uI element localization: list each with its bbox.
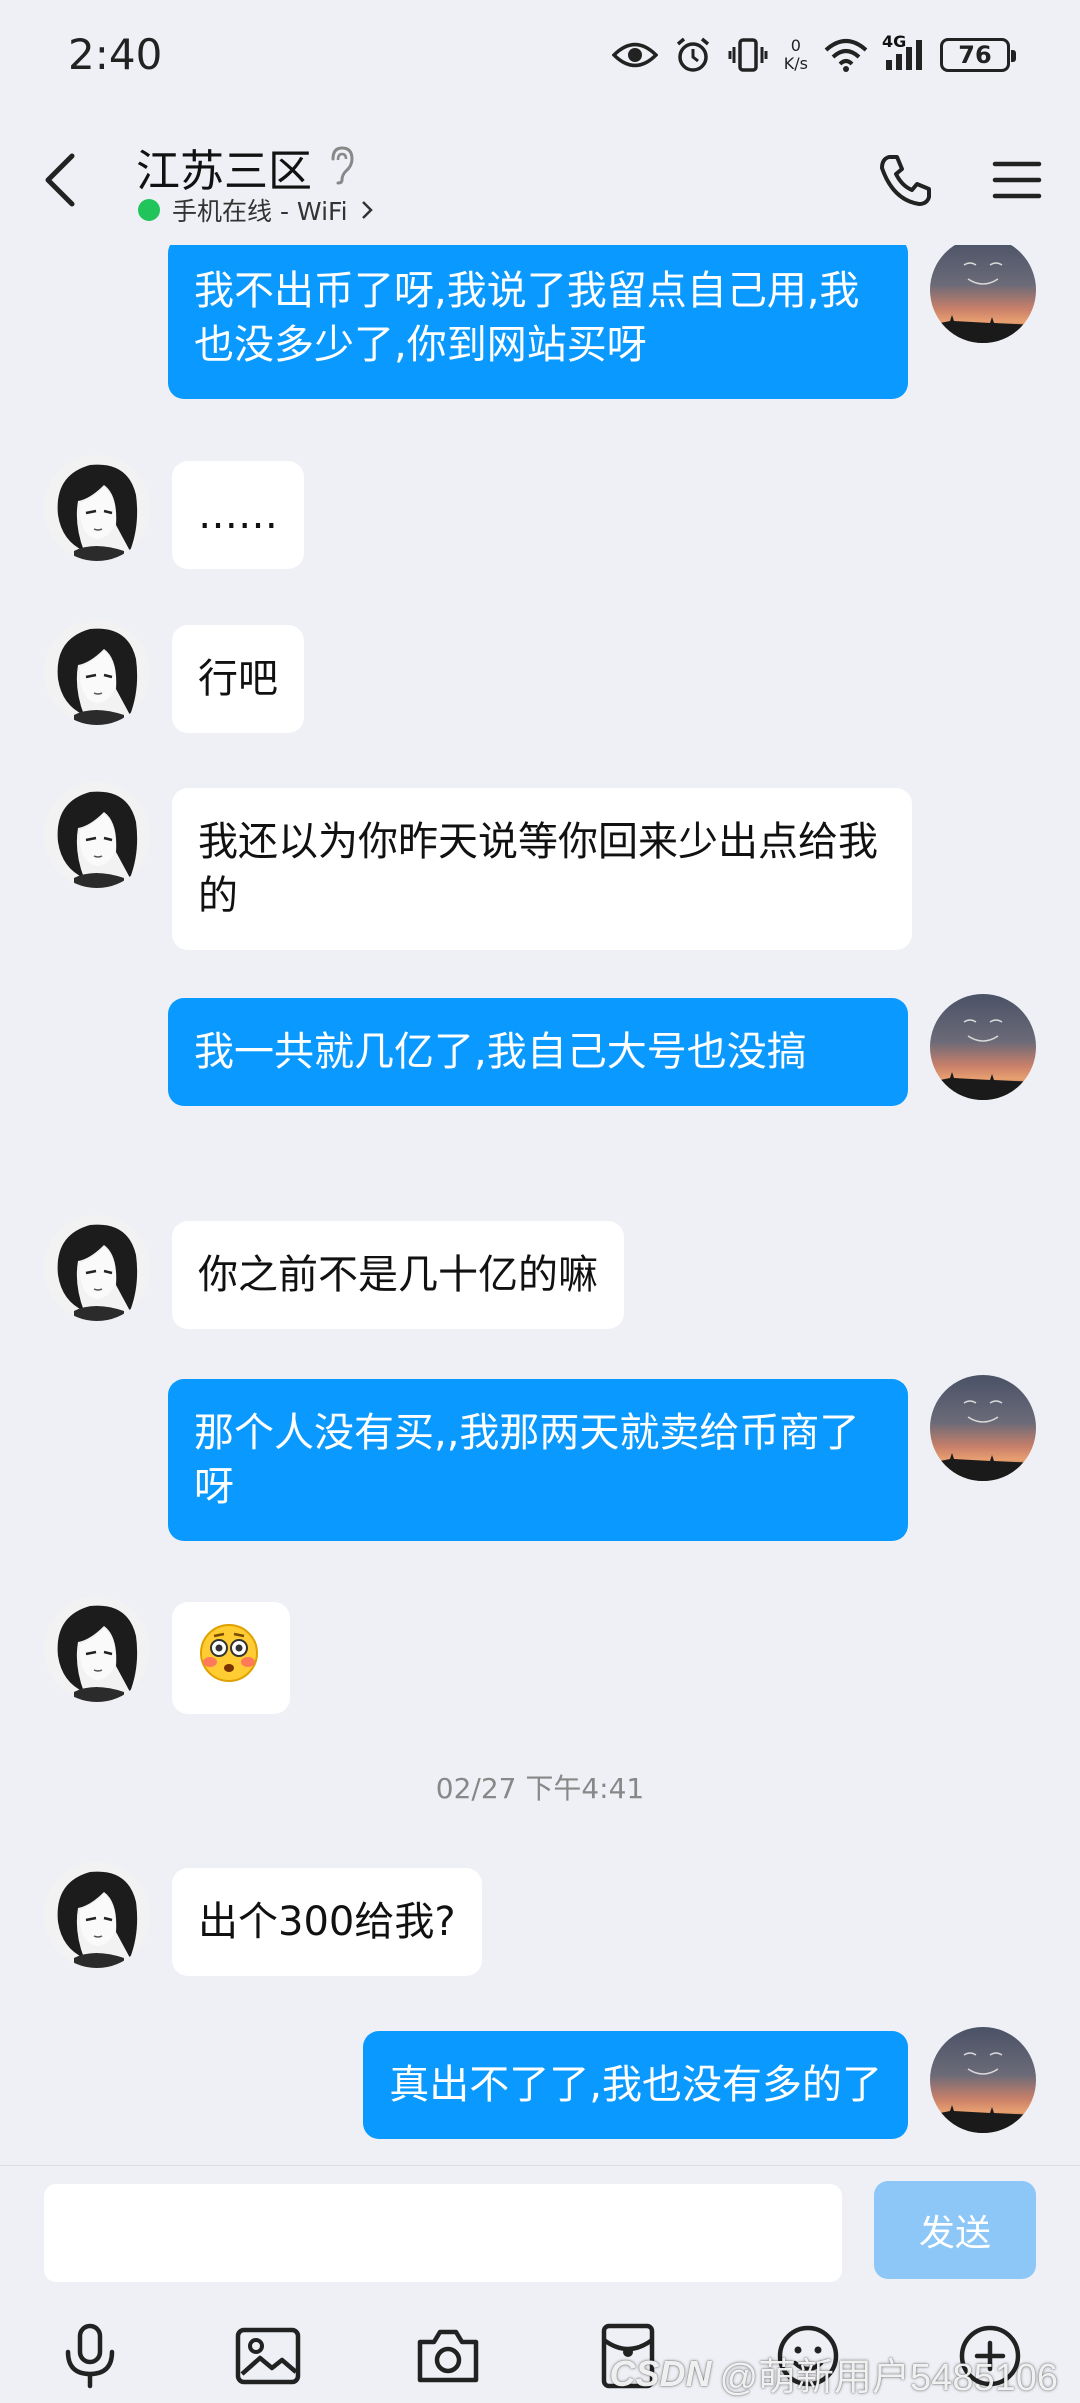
incoming-message-bubble[interactable]: 行吧	[172, 625, 304, 733]
contact-avatar[interactable]	[44, 1215, 150, 1321]
chat-title-text: 江苏三区	[136, 146, 312, 197]
watermark-logo: CSDN	[609, 2352, 712, 2394]
phone-icon	[880, 155, 931, 206]
message-text: 真出不了了,我也没有多的了	[389, 2062, 882, 2108]
voice-button[interactable]	[50, 2316, 130, 2396]
contact-avatar[interactable]	[44, 1862, 150, 1968]
sunset-avatar-icon	[930, 994, 1036, 1100]
message-text: 行吧	[198, 656, 278, 702]
message-input[interactable]	[44, 2184, 842, 2282]
net-speed-value: 0	[790, 36, 801, 55]
message-text: 那个人没有买,,我那两天就卖给币商了呀	[194, 1410, 860, 1510]
message-timestamp: 02/27 下午4:41	[435, 1772, 645, 1805]
status-bar: 2:40 0 K/s 4G 76	[0, 0, 1080, 115]
message-text: 我不出币了呀,我说了我留点自己用,我也没多少了,你到网站买呀	[194, 268, 860, 368]
incoming-message-bubble[interactable]: ……	[172, 461, 304, 569]
sunset-avatar-icon	[930, 1375, 1036, 1481]
menu-button[interactable]	[982, 145, 1052, 215]
contact-avatar[interactable]	[44, 455, 150, 561]
back-arrow-icon	[45, 153, 75, 207]
my-avatar[interactable]	[930, 994, 1036, 1100]
message-text: 出个300给我?	[198, 1899, 456, 1945]
hamburger-menu-icon	[992, 161, 1042, 199]
wifi-icon	[824, 38, 868, 72]
vibrate-icon	[728, 37, 768, 73]
camera-icon	[417, 2329, 479, 2383]
my-avatar[interactable]	[930, 2027, 1036, 2133]
anime-character-avatar-icon	[44, 1215, 150, 1321]
watermark: CSDN @萌新用户5485106	[609, 2346, 1058, 2401]
microphone-icon	[65, 2323, 115, 2389]
incoming-message-bubble[interactable]: 出个300给我?	[172, 1868, 482, 1976]
net-speed-unit: K/s	[783, 54, 808, 73]
eye-icon	[611, 40, 658, 70]
input-bar: 发送 CSDN @萌新用户5485106	[0, 2165, 1080, 2403]
network-type: 4G	[882, 32, 907, 51]
alarm-icon	[674, 36, 712, 74]
contact-avatar[interactable]	[44, 619, 150, 725]
call-button[interactable]	[870, 145, 940, 215]
anime-character-avatar-icon	[44, 1596, 150, 1702]
message-text: 你之前不是几十亿的嘛	[198, 1252, 598, 1298]
status-time: 2:40	[68, 30, 163, 79]
incoming-message-bubble[interactable]: 我还以为你昨天说等你回来少出点给我的	[172, 788, 912, 950]
incoming-emoji-bubble[interactable]	[172, 1602, 290, 1714]
chat-title[interactable]: 江苏三区	[136, 135, 356, 199]
chat-header: 江苏三区 手机在线 - WiFi	[0, 115, 1080, 245]
flushed-face-emoji-icon	[198, 1624, 260, 1694]
chevron-right-icon	[361, 201, 373, 219]
anime-character-avatar-icon	[44, 782, 150, 888]
anime-character-avatar-icon	[44, 1862, 150, 1968]
send-button[interactable]: 发送	[874, 2181, 1036, 2279]
message-text: ……	[198, 492, 278, 538]
incoming-message-bubble[interactable]: 你之前不是几十亿的嘛	[172, 1221, 624, 1329]
battery-indicator: 76	[940, 38, 1016, 72]
online-status-dot	[138, 199, 160, 221]
my-avatar[interactable]	[930, 1375, 1036, 1481]
watermark-text: @萌新用户5485106	[719, 2357, 1058, 2399]
ear-icon	[328, 145, 356, 189]
image-button[interactable]	[228, 2316, 308, 2396]
chat-subtitle[interactable]: 手机在线 - WiFi	[138, 192, 374, 228]
anime-character-avatar-icon	[44, 455, 150, 561]
image-icon	[235, 2327, 301, 2385]
message-text: 我还以为你昨天说等你回来少出点给我的	[198, 819, 878, 919]
outgoing-message-bubble[interactable]: 我一共就几亿了,我自己大号也没搞	[168, 998, 908, 1106]
outgoing-message-bubble[interactable]: 我不出币了呀,我说了我留点自己用,我也没多少了,你到网站买呀	[168, 245, 908, 399]
sunset-avatar-icon	[930, 245, 1036, 343]
camera-button[interactable]	[408, 2316, 488, 2396]
battery-level: 76	[958, 41, 992, 69]
net-speed: 0 K/s	[784, 37, 808, 73]
anime-character-avatar-icon	[44, 619, 150, 725]
status-icons: 0 K/s 4G 76	[611, 30, 1016, 80]
contact-avatar[interactable]	[44, 782, 150, 888]
outgoing-message-bubble[interactable]: 那个人没有买,,我那两天就卖给币商了呀	[168, 1379, 908, 1541]
online-status-text: 手机在线 - WiFi	[172, 197, 348, 226]
back-button[interactable]	[30, 145, 90, 215]
sunset-avatar-icon	[930, 2027, 1036, 2133]
signal-icon: 4G	[882, 32, 924, 72]
contact-avatar[interactable]	[44, 1596, 150, 1702]
message-list[interactable]: 我不出币了呀,我说了我留点自己用,我也没多少了,你到网站买呀 …… 行吧 我还以…	[0, 245, 1080, 2165]
outgoing-message-bubble[interactable]: 真出不了了,我也没有多的了	[363, 2031, 908, 2139]
message-text: 我一共就几亿了,我自己大号也没搞	[194, 1029, 807, 1075]
my-avatar[interactable]	[930, 245, 1036, 343]
